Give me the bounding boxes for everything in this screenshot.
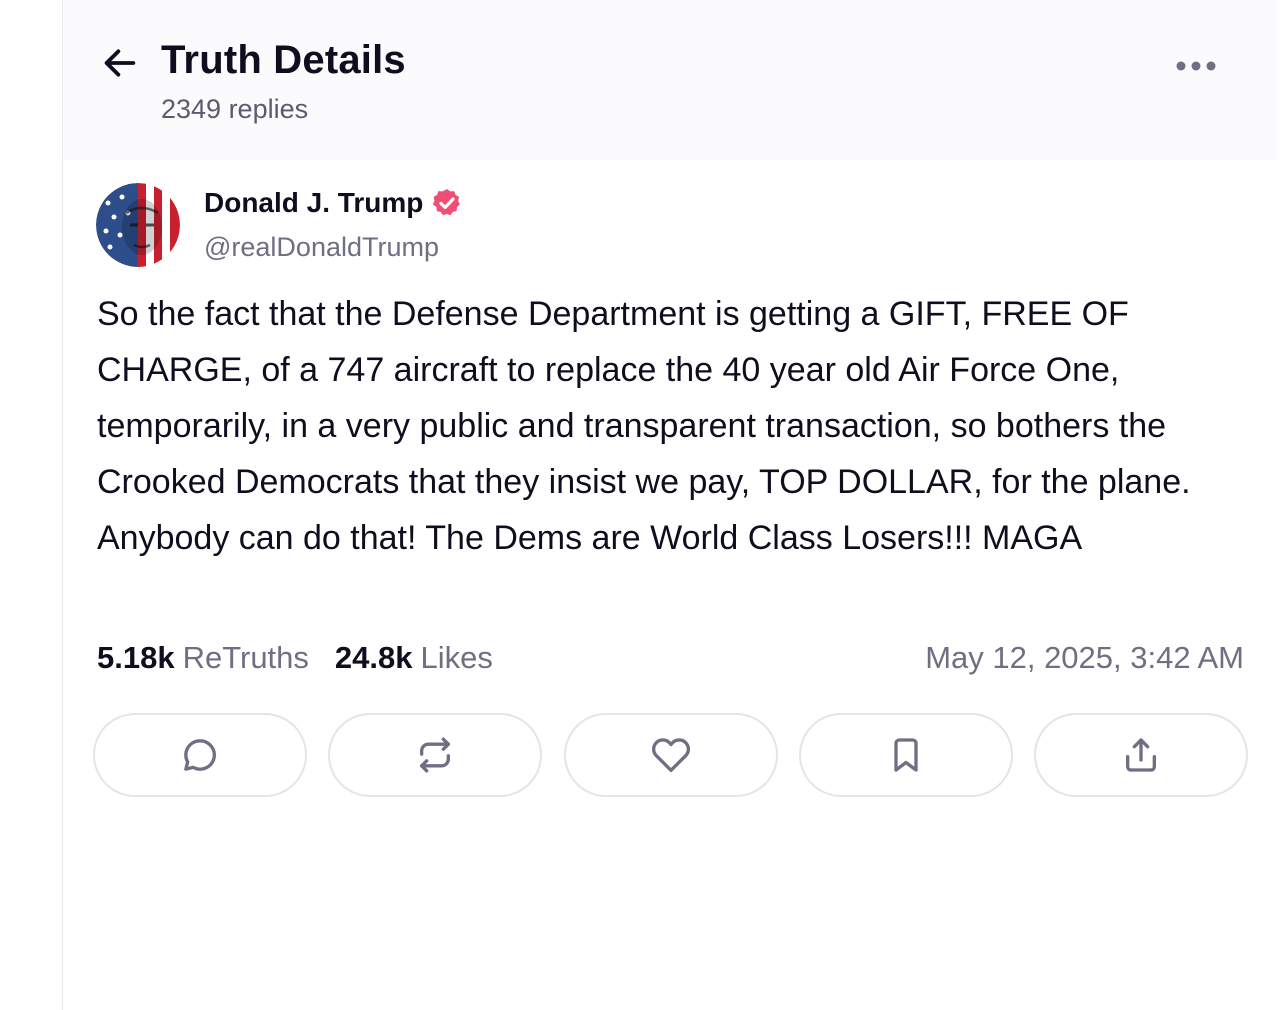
back-button[interactable]	[98, 42, 142, 84]
likes-label[interactable]: Likes	[421, 640, 493, 676]
retruths-label[interactable]: ReTruths	[183, 640, 309, 676]
author-name-text: Donald J. Trump	[204, 187, 424, 218]
like-button[interactable]	[563, 713, 778, 797]
verified-badge-icon	[433, 189, 461, 216]
action-bar	[93, 713, 1248, 801]
more-options-button[interactable]	[1170, 50, 1222, 82]
avatar[interactable]	[96, 183, 180, 267]
author-display-name[interactable]: Donald J. Trump	[204, 187, 463, 219]
arrow-left-icon	[104, 49, 136, 77]
page-title: Truth Details	[161, 38, 406, 82]
heart-icon	[651, 738, 690, 772]
more-horizontal-icon	[1176, 61, 1216, 71]
repost-icon	[420, 737, 451, 773]
comment-icon	[184, 739, 216, 771]
share-icon	[1126, 738, 1156, 772]
likes-count[interactable]: 24.8k	[335, 640, 413, 676]
reply-count: 2349 replies	[161, 94, 309, 124]
truth-details-page: Truth Details 2349 replies Donald J. Tru…	[0, 0, 1288, 1010]
retruth-button[interactable]	[328, 713, 543, 797]
avatar-image	[96, 183, 180, 267]
author-handle[interactable]: @realDonaldTrump	[204, 232, 439, 263]
post-timestamp: May 12, 2025, 3:42 AM	[925, 640, 1244, 675]
reply-button[interactable]	[93, 713, 307, 797]
retruths-count[interactable]: 5.18k	[97, 640, 175, 676]
share-button[interactable]	[1034, 713, 1248, 797]
post-body: So the fact that the Defense Department …	[97, 295, 1191, 557]
bookmark-button[interactable]	[798, 713, 1013, 797]
bookmark-icon	[894, 738, 918, 772]
post-stats: 5.18k ReTruths 24.8k Likes	[97, 640, 493, 676]
